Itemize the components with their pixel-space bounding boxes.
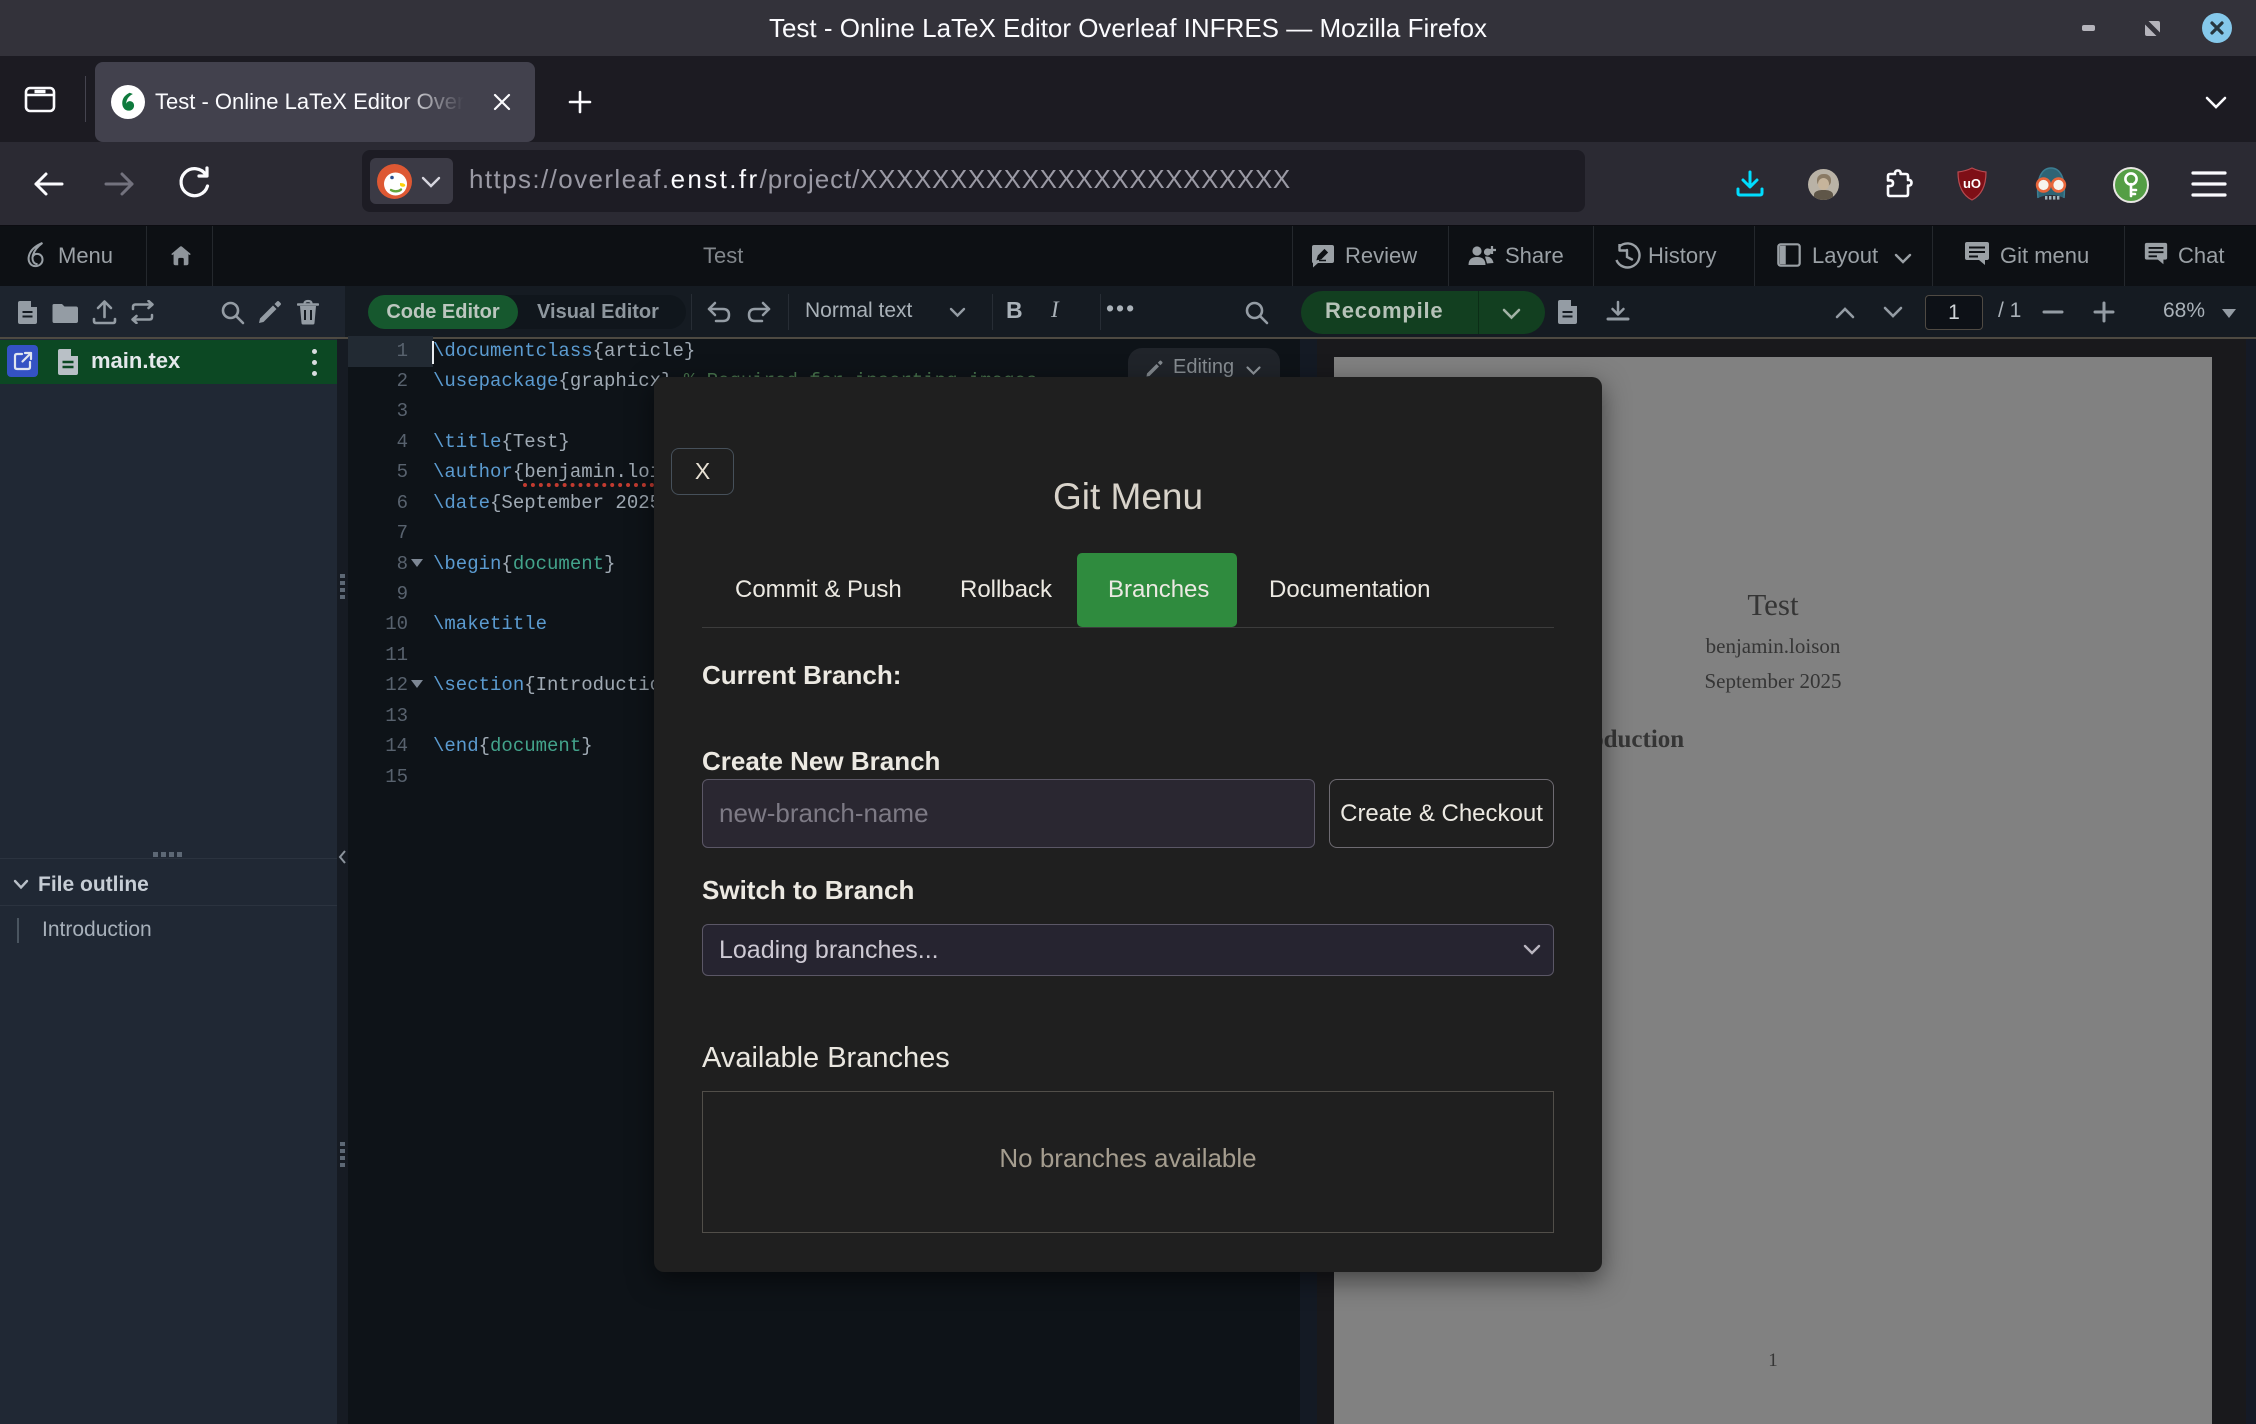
svg-text:uO: uO xyxy=(1963,176,1981,191)
